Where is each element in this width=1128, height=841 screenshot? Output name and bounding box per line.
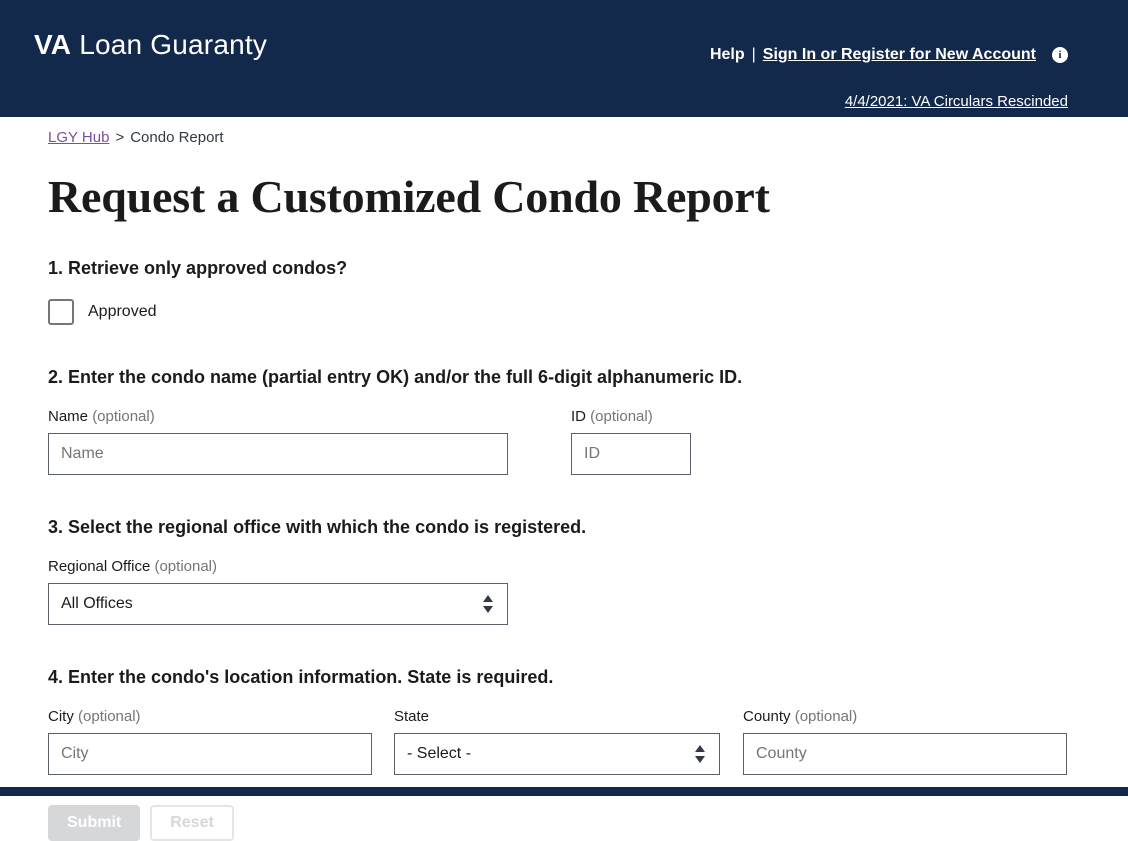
va-circulars-rescinded-link[interactable]: 4/4/2021: VA Circulars Rescinded [845,93,1068,110]
approved-checkbox[interactable] [48,299,74,325]
header-alert: 4/4/2021: VA Circulars Rescinded [845,92,1068,112]
header-links: Help | Sign In or Register for New Accou… [710,44,1068,66]
header-link-separator: | [745,44,763,66]
question-2-label: 2. Enter the condo name (partial entry O… [48,365,1080,389]
main-content: LGY Hub>Condo Report Request a Customize… [0,128,1128,841]
breadcrumb-item-condo-report: Condo Report [130,129,223,146]
approved-checkbox-label[interactable]: Approved [88,301,157,323]
name-field-group: Name (optional) [48,407,508,475]
county-field-label: County (optional) [743,707,1067,727]
regional-office-optional-text: (optional) [154,558,217,575]
city-label-text: City [48,708,74,725]
city-optional-text: (optional) [78,708,141,725]
regional-office-field-group: Regional Office (optional) All Offices [48,557,508,625]
name-optional-text: (optional) [92,408,155,425]
page-title: Request a Customized Condo Report [48,170,1080,224]
name-field-label: Name (optional) [48,407,508,427]
site-brand: VA Loan Guaranty [34,28,267,62]
submit-button[interactable]: Submit [48,805,140,841]
name-id-field-row: Name (optional) ID (optional) [48,407,1080,475]
name-label-text: Name [48,408,88,425]
breadcrumb-item-lgy-hub[interactable]: LGY Hub [48,129,109,146]
city-field-label: City (optional) [48,707,372,727]
info-icon[interactable]: i [1052,47,1068,63]
breadcrumb: LGY Hub>Condo Report [48,128,1080,148]
id-optional-text: (optional) [590,408,653,425]
sign-in-register-link[interactable]: Sign In or Register for New Account [763,44,1036,66]
reset-button[interactable]: Reset [150,805,234,841]
site-footer [0,787,1128,796]
county-label-text: County [743,708,791,725]
brand-va-text: VA [34,29,71,60]
state-select[interactable]: - Select - [394,733,720,775]
county-field-group: County (optional) [743,707,1067,775]
question-4-label: 4. Enter the condo's location informatio… [48,665,1080,689]
question-1-label: 1. Retrieve only approved condos? [48,256,1080,280]
name-input[interactable] [48,433,508,475]
state-select-wrap[interactable]: - Select - [394,733,720,775]
regional-office-select-wrap[interactable]: All Offices [48,583,508,625]
state-label-text: State [394,708,429,725]
id-input[interactable] [571,433,691,475]
approved-checkbox-row[interactable]: Approved [48,299,1080,325]
regional-office-field-label: Regional Office (optional) [48,557,508,577]
regional-office-label-text: Regional Office [48,558,150,575]
city-input[interactable] [48,733,372,775]
city-field-group: City (optional) [48,707,372,775]
breadcrumb-separator: > [109,129,130,146]
id-label-text: ID [571,408,586,425]
regional-office-field-row: Regional Office (optional) All Offices [48,557,1080,625]
id-field-group: ID (optional) [571,407,691,475]
brand-name-text: Loan Guaranty [71,29,267,60]
location-field-row: City (optional) State - Select - County [48,707,1080,775]
help-link[interactable]: Help [710,44,745,66]
question-3-label: 3. Select the regional office with which… [48,515,1080,539]
state-field-group: State - Select - [394,707,720,775]
form-actions: Submit Reset [48,805,1080,841]
state-field-label: State [394,707,720,727]
county-optional-text: (optional) [795,708,858,725]
regional-office-select[interactable]: All Offices [48,583,508,625]
id-field-label: ID (optional) [571,407,691,427]
site-header: VA Loan Guaranty Help | Sign In or Regis… [0,0,1128,117]
county-input[interactable] [743,733,1067,775]
